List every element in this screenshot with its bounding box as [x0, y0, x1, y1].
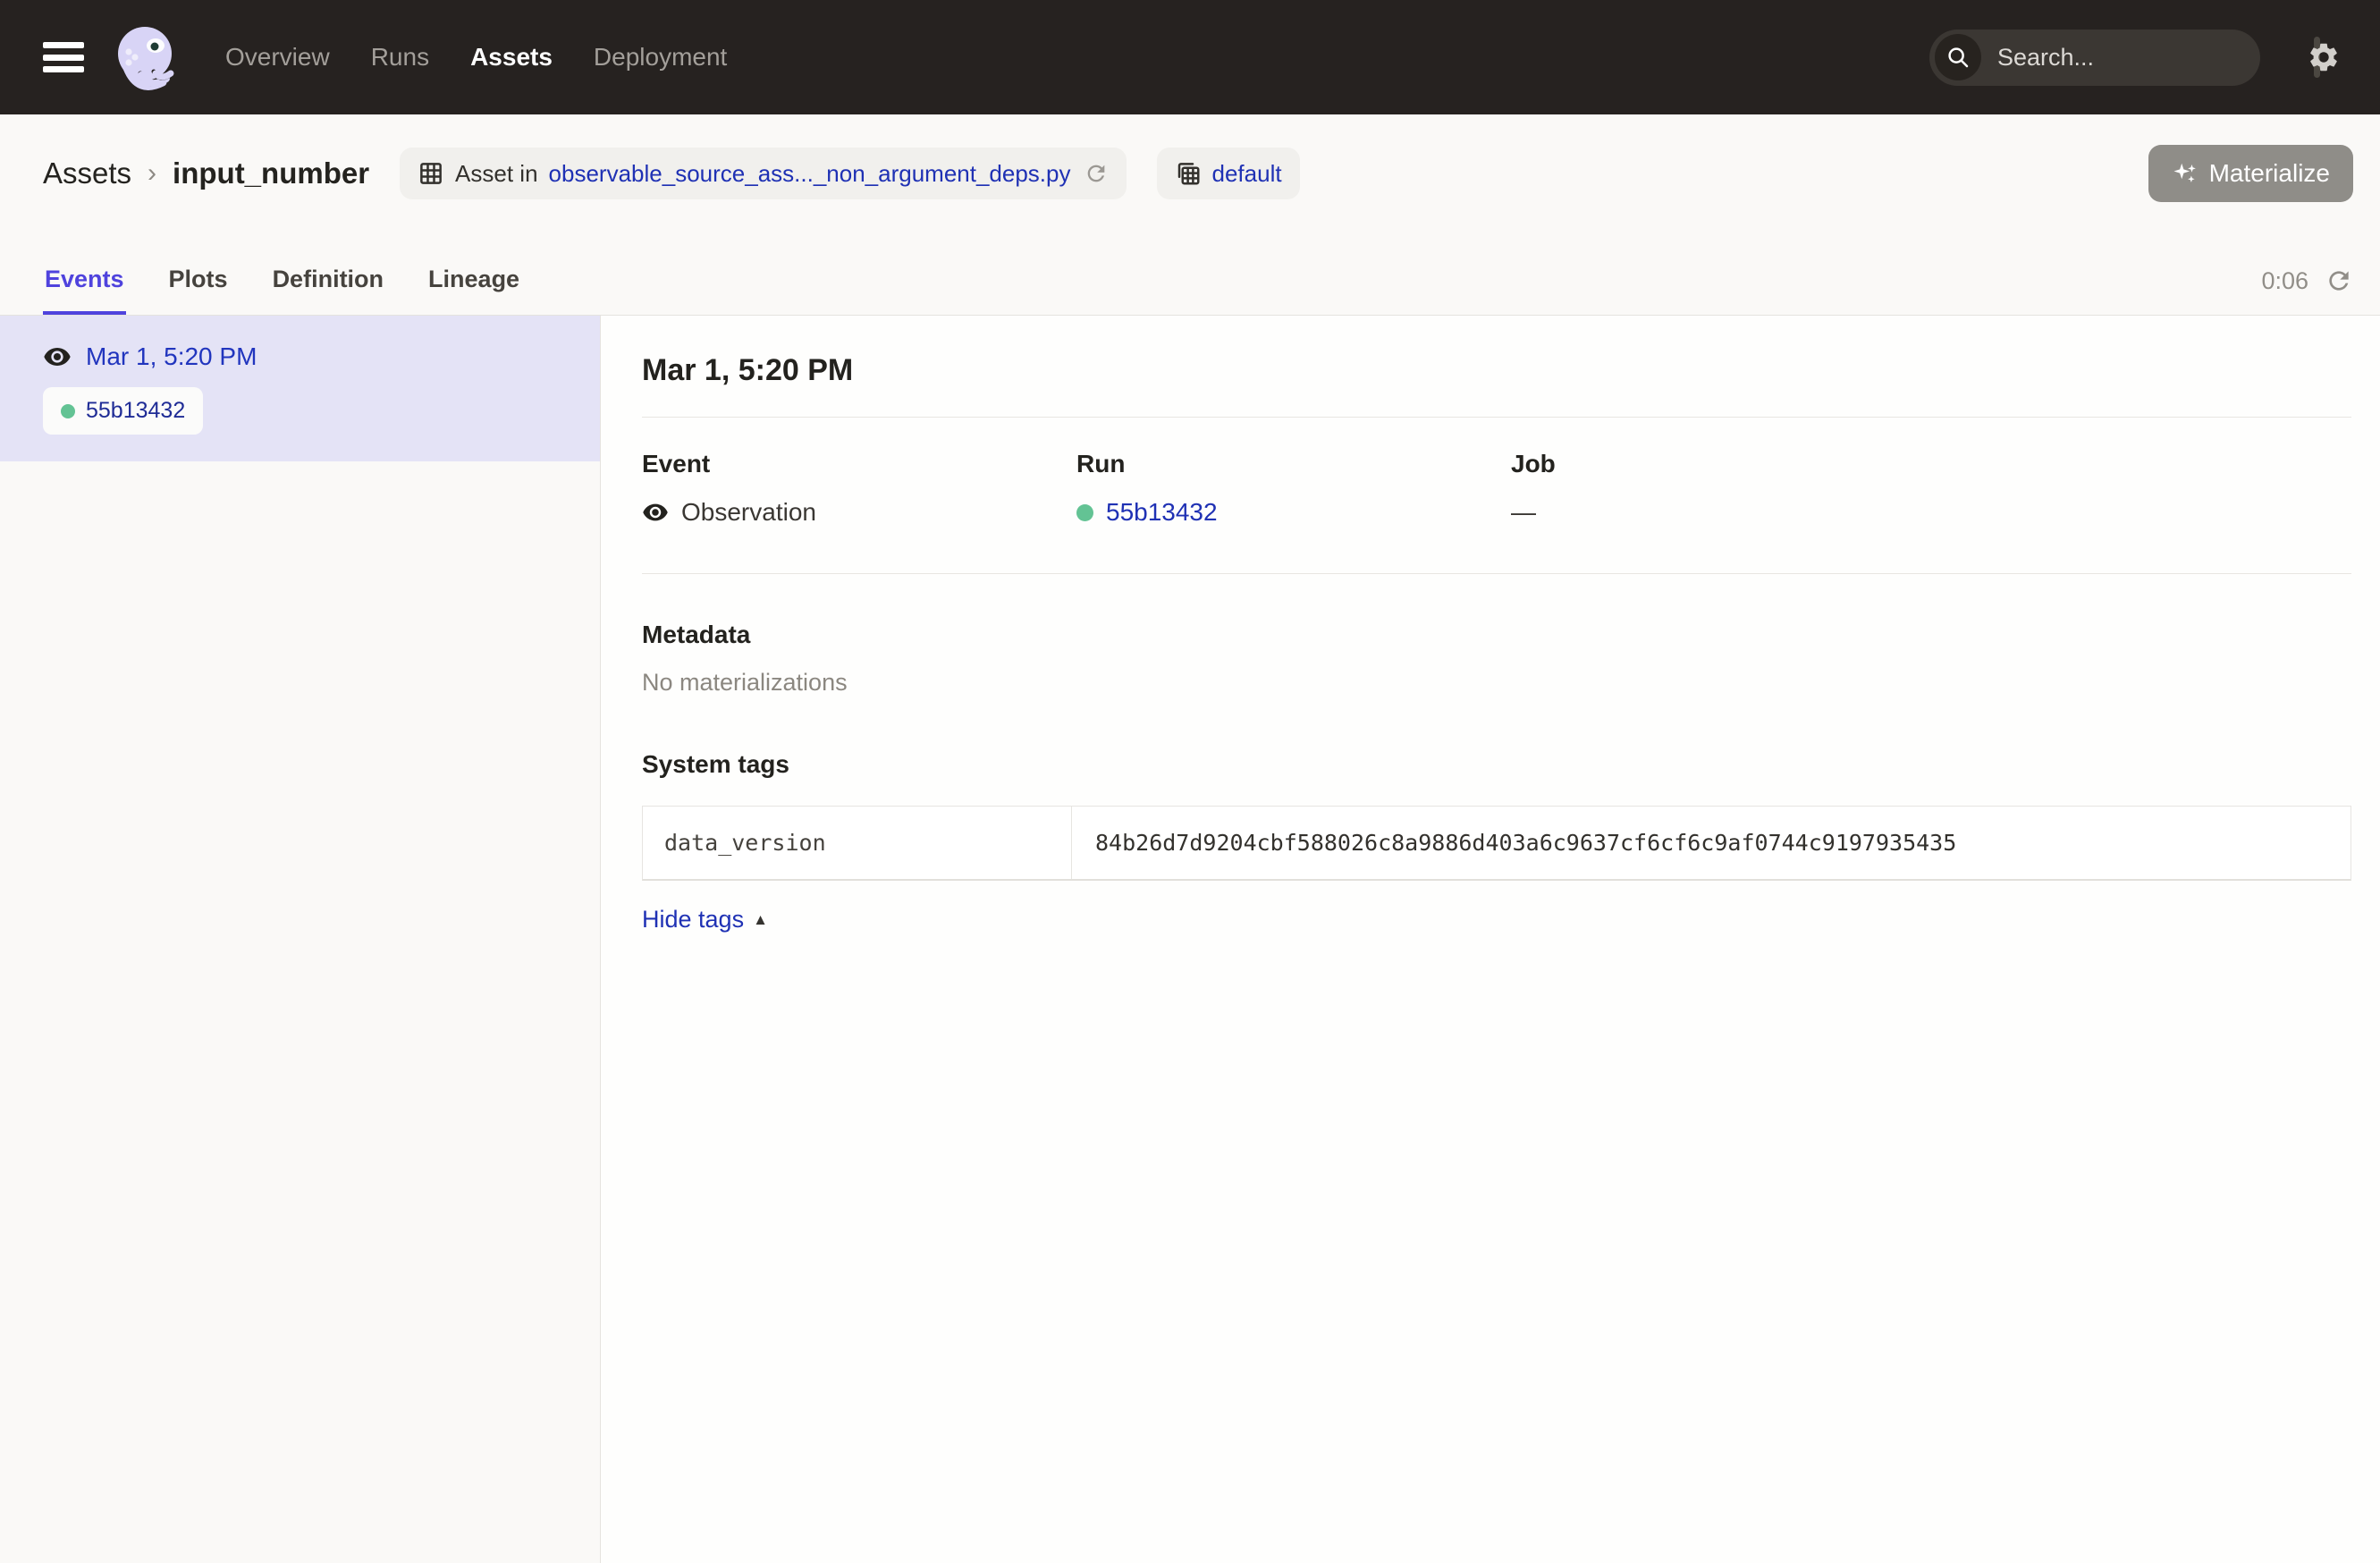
- tag-value-cell: 84b26d7d9204cbf588026c8a9886d403a6c9637c…: [1072, 807, 2350, 879]
- tag-key-cell: data_version: [643, 807, 1072, 879]
- tab-events[interactable]: Events: [43, 266, 126, 315]
- dagster-logo-icon[interactable]: [111, 21, 182, 93]
- breadcrumb: Assets › input_number Asset in observabl…: [0, 114, 2380, 224]
- event-list-sidebar: Mar 1, 5:20 PM 55b13432: [0, 316, 601, 1563]
- run-id-tag[interactable]: 55b13432: [43, 387, 203, 435]
- hide-tags-link[interactable]: Hide tags ▲: [642, 906, 768, 934]
- search-box[interactable]: /: [1929, 30, 2260, 86]
- event-detail-title: Mar 1, 5:20 PM: [642, 353, 2351, 388]
- asset-group-icon: [1175, 160, 1202, 187]
- asset-source-file-link[interactable]: observable_source_ass..._non_argument_de…: [549, 160, 1071, 187]
- asset-page-header: Assets › input_number Asset in observabl…: [0, 114, 2380, 316]
- observation-eye-icon: [642, 499, 669, 526]
- column-header-run: Run: [1076, 450, 1511, 478]
- nav-item-runs[interactable]: Runs: [371, 43, 429, 72]
- event-list-item-selected[interactable]: Mar 1, 5:20 PM 55b13432: [0, 316, 600, 461]
- column-header-job: Job: [1511, 450, 2351, 478]
- page-title: input_number: [173, 156, 369, 190]
- nav-item-overview[interactable]: Overview: [225, 43, 330, 72]
- metadata-empty-text: No materializations: [642, 669, 2351, 697]
- nav-item-deployment[interactable]: Deployment: [594, 43, 727, 72]
- search-icon: [1935, 34, 1981, 80]
- asset-tabs: Events Plots Definition Lineage 0:06: [0, 224, 2380, 315]
- materialize-label: Materialize: [2209, 159, 2330, 188]
- run-id-link[interactable]: 55b13432: [1106, 498, 1218, 527]
- tab-plots[interactable]: Plots: [167, 266, 230, 315]
- breadcrumb-assets-link[interactable]: Assets: [43, 156, 131, 190]
- asset-in-label: Asset in: [455, 160, 538, 188]
- refresh-icon[interactable]: [2325, 266, 2353, 295]
- tab-definition[interactable]: Definition: [271, 266, 385, 315]
- column-header-event: Event: [642, 450, 1076, 478]
- settings-gear-icon[interactable]: [2307, 40, 2341, 74]
- table-icon: [418, 160, 444, 187]
- menu-icon[interactable]: [43, 42, 84, 72]
- chevron-up-icon: ▲: [753, 911, 768, 929]
- primary-nav: Overview Runs Assets Deployment: [225, 43, 727, 72]
- job-empty-value: —: [1511, 498, 1536, 527]
- event-type-value: Observation: [681, 498, 816, 527]
- asset-group-pill: default: [1157, 148, 1300, 199]
- metadata-heading: Metadata: [642, 621, 2351, 649]
- event-timestamp-link[interactable]: Mar 1, 5:20 PM: [86, 342, 257, 371]
- system-tags-heading: System tags: [642, 750, 2351, 779]
- run-status-dot: [61, 404, 75, 418]
- asset-definition-pill: Asset in observable_source_ass..._non_ar…: [400, 148, 1126, 199]
- top-navigation-bar: Overview Runs Assets Deployment /: [0, 0, 2380, 114]
- tab-lineage[interactable]: Lineage: [426, 266, 521, 315]
- group-default-link[interactable]: default: [1212, 160, 1282, 187]
- observation-eye-icon: [43, 342, 72, 371]
- nav-item-assets[interactable]: Assets: [470, 43, 553, 72]
- materialize-button[interactable]: Materialize: [2148, 145, 2353, 202]
- reload-definition-icon[interactable]: [1084, 161, 1109, 186]
- search-input[interactable]: [1981, 44, 2314, 72]
- hide-tags-label: Hide tags: [642, 906, 744, 934]
- breadcrumb-chevron-icon: ›: [148, 158, 156, 189]
- event-detail-panel: Mar 1, 5:20 PM Event Observation Run 55b…: [601, 316, 2380, 1563]
- run-status-dot: [1076, 504, 1093, 521]
- run-id-label: 55b13432: [86, 398, 185, 424]
- refresh-countdown: 0:06: [2261, 267, 2308, 295]
- system-tags-table: data_version 84b26d7d9204cbf588026c8a988…: [642, 806, 2351, 881]
- sparkles-icon: [2172, 160, 2199, 187]
